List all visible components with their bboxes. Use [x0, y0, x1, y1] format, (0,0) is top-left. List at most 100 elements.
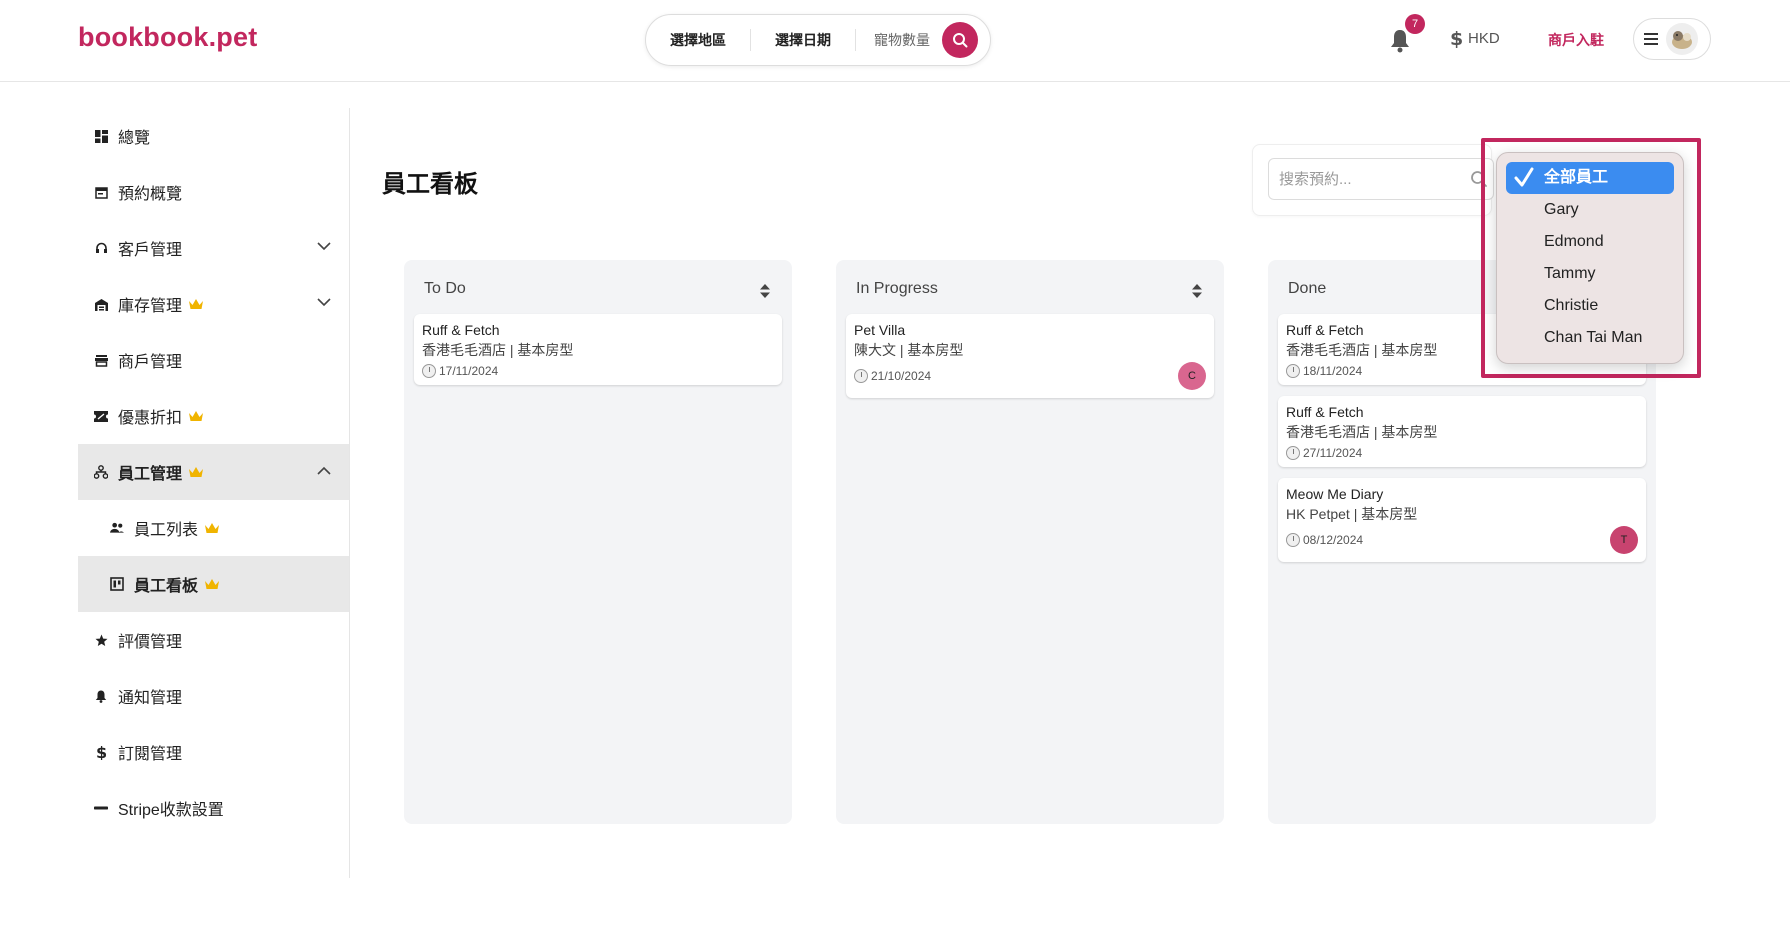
sidebar-item-staff-list[interactable]: 員工列表 — [78, 500, 349, 556]
sidebar-item-label: 員工列表 — [134, 522, 199, 539]
sidebar-item-inventory[interactable]: 庫存管理 — [78, 276, 349, 332]
sidebar-item-label: 訂閱管理 — [118, 746, 183, 763]
staff-option-tammy[interactable]: Tammy — [1506, 258, 1674, 290]
column-title: Done — [1288, 280, 1327, 297]
sidebar-item-bookings[interactable]: 預約概覽 — [78, 164, 349, 220]
chevron-down-icon — [317, 242, 331, 251]
star-icon — [94, 633, 108, 647]
sidebar-item-label: 預約概覽 — [118, 186, 183, 203]
card-shop-name: Ruff & Fetch — [1286, 404, 1364, 420]
booking-card[interactable]: Ruff & Fetch 香港毛毛酒店 | 基本房型 17/11/2024 — [414, 314, 782, 385]
clock-icon — [1286, 446, 1300, 460]
warehouse-icon — [94, 297, 108, 311]
checkmark-icon — [1514, 167, 1534, 187]
staff-option-all[interactable]: 全部員工 — [1506, 162, 1674, 194]
card-date: 17/11/2024 — [422, 364, 774, 378]
sidebar-item-label: 通知管理 — [118, 690, 183, 707]
crown-icon — [188, 298, 204, 310]
sidebar-item-staff[interactable]: 員工管理 — [78, 444, 349, 500]
sidebar: 總覽 預約概覽 客戶管理 庫存管理 商戶管理 優惠折扣 員工管理 員工列表 員工… — [78, 108, 350, 878]
sort-icon[interactable] — [760, 284, 770, 298]
staff-option-chan-tai-man[interactable]: Chan Tai Man — [1506, 322, 1674, 354]
currency-selector[interactable]: $ HKD — [1450, 28, 1500, 48]
bell-icon — [94, 689, 108, 703]
card-date: 21/10/2024 — [854, 369, 1206, 383]
card-date: 08/12/2024 — [1286, 533, 1638, 547]
hamburger-icon — [1644, 33, 1658, 45]
sidebar-item-label: 員工管理 — [118, 466, 183, 483]
sidebar-item-label: 優惠折扣 — [118, 410, 183, 427]
merchant-signup-link[interactable]: 商戶入駐 — [1548, 30, 1604, 50]
card-shop-name: Meow Me Diary — [1286, 486, 1384, 502]
currency-label: HKD — [1468, 29, 1500, 47]
sidebar-item-label: 客戶管理 — [118, 242, 183, 259]
avatar — [1666, 23, 1698, 55]
card-shop-name: Ruff & Fetch — [422, 322, 500, 338]
clock-icon — [422, 364, 436, 378]
card-shop-name: Pet Villa — [854, 322, 906, 338]
pet-count-selector[interactable]: 寵物數量 — [856, 29, 942, 51]
svg-text:$: $ — [1450, 28, 1462, 48]
sidebar-item-overview[interactable]: 總覽 — [78, 108, 349, 164]
sidebar-item-label: 員工看板 — [134, 578, 199, 595]
search-button[interactable] — [942, 22, 978, 58]
option-label: 全部員工 — [1544, 169, 1609, 186]
card-room-info: HK Petpet | 基本房型 — [1286, 506, 1418, 522]
sidebar-item-label: 商戶管理 — [118, 354, 183, 371]
org-chart-icon — [94, 465, 108, 479]
top-header: bookbook.pet 選擇地區 選擇日期 寵物數量 7 $ HKD 商戶入駐 — [0, 0, 1790, 82]
dashboard-icon — [94, 129, 108, 143]
crown-icon — [188, 466, 204, 478]
crown-icon — [204, 578, 220, 590]
dollar-icon: $ — [94, 744, 108, 760]
people-icon — [110, 521, 124, 535]
assignee-avatar[interactable]: T — [1610, 526, 1638, 554]
store-icon — [94, 353, 108, 367]
sidebar-item-notifications[interactable]: 通知管理 — [78, 668, 349, 724]
staff-filter-dropdown[interactable]: 全部員工 Gary Edmond Tammy Christie Chan Tai… — [1496, 152, 1684, 364]
staff-option-gary[interactable]: Gary — [1506, 194, 1674, 226]
kanban-column-in-progress: In Progress Pet Villa 陳大文 | 基本房型 21/10/2… — [836, 260, 1224, 824]
card-room-info: 香港毛毛酒店 | 基本房型 — [422, 342, 574, 358]
sidebar-item-staff-kanban[interactable]: 員工看板 — [78, 556, 349, 612]
search-bar[interactable]: 選擇地區 選擇日期 寵物數量 — [645, 14, 991, 66]
calendar-icon — [94, 185, 108, 199]
kanban-icon — [110, 577, 124, 591]
card-room-info: 香港毛毛酒店 | 基本房型 — [1286, 424, 1438, 440]
region-selector[interactable]: 選擇地區 — [646, 29, 751, 51]
kanban-column-todo: To Do Ruff & Fetch 香港毛毛酒店 | 基本房型 17/11/2… — [404, 260, 792, 824]
booking-search-input[interactable] — [1268, 158, 1494, 200]
clock-icon — [854, 369, 868, 383]
sidebar-item-label: 評價管理 — [118, 634, 183, 651]
clock-icon — [1286, 364, 1300, 378]
booking-card[interactable]: Meow Me Diary HK Petpet | 基本房型 08/12/202… — [1278, 478, 1646, 562]
booking-card[interactable]: Ruff & Fetch 香港毛毛酒店 | 基本房型 27/11/2024 — [1278, 396, 1646, 467]
headset-icon — [94, 241, 108, 255]
staff-option-christie[interactable]: Christie — [1506, 290, 1674, 322]
crown-icon — [188, 410, 204, 422]
chevron-down-icon — [317, 298, 331, 307]
sort-icon[interactable] — [1192, 284, 1202, 298]
sidebar-item-stripe[interactable]: Stripe收款設置 — [78, 780, 349, 836]
chevron-up-icon — [317, 466, 331, 475]
sidebar-item-subscription[interactable]: $ 訂閱管理 — [78, 724, 349, 780]
clock-icon — [1286, 533, 1300, 547]
logo[interactable]: bookbook.pet — [78, 22, 257, 53]
user-menu-button[interactable] — [1633, 18, 1711, 60]
staff-option-edmond[interactable]: Edmond — [1506, 226, 1674, 258]
search-icon — [953, 33, 968, 48]
sidebar-item-customers[interactable]: 客戶管理 — [78, 220, 349, 276]
sidebar-item-label: 庫存管理 — [118, 298, 183, 315]
notification-count-badge: 7 — [1405, 14, 1425, 34]
column-title: To Do — [424, 280, 466, 297]
booking-card[interactable]: Pet Villa 陳大文 | 基本房型 21/10/2024 C — [846, 314, 1214, 398]
page-title: 員工看板 — [382, 171, 478, 198]
date-selector[interactable]: 選擇日期 — [751, 29, 856, 51]
sidebar-item-reviews[interactable]: 評價管理 — [78, 612, 349, 668]
sidebar-item-label: Stripe收款設置 — [118, 802, 224, 819]
card-room-info: 陳大文 | 基本房型 — [854, 342, 964, 358]
sidebar-item-discounts[interactable]: 優惠折扣 — [78, 388, 349, 444]
card-date: 27/11/2024 — [1286, 446, 1638, 460]
assignee-avatar[interactable]: C — [1178, 362, 1206, 390]
sidebar-item-merchant[interactable]: 商戶管理 — [78, 332, 349, 388]
